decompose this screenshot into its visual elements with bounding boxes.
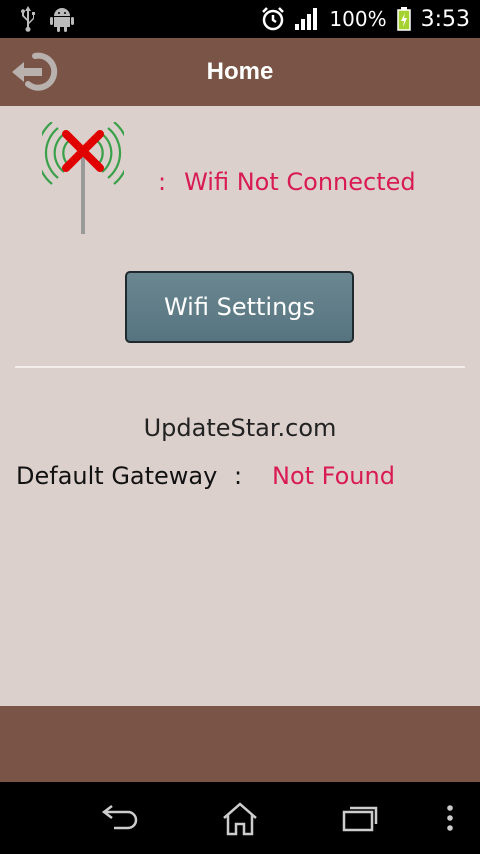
- navigation-bar: [0, 782, 480, 854]
- nav-recent-apps-button[interactable]: [338, 800, 382, 836]
- gateway-row: Default Gateway : Not Found: [16, 462, 466, 490]
- signal-icon: [295, 8, 318, 30]
- battery-charging-icon: [396, 7, 411, 31]
- nav-back-button[interactable]: [100, 800, 144, 836]
- clock: 3:53: [420, 6, 470, 32]
- alarm-icon: [262, 7, 285, 31]
- wifi-disconnected-icon: [42, 122, 124, 234]
- footer-bar: [0, 706, 480, 782]
- usb-icon: [21, 6, 35, 32]
- home-icon: [223, 802, 257, 836]
- back-icon: [101, 805, 138, 830]
- gateway-label: Default Gateway: [16, 462, 218, 490]
- main-content: : Wifi Not Connected Wifi Settings Update…: [0, 106, 480, 706]
- app-header: Home: [0, 38, 480, 106]
- nav-home-button[interactable]: [218, 800, 262, 836]
- wifi-status: : Wifi Not Connected: [158, 168, 416, 196]
- gateway-colon: :: [234, 462, 243, 490]
- nav-menu-button[interactable]: [430, 800, 470, 836]
- wifi-status-colon: :: [158, 168, 167, 196]
- status-bar: 100% 3:53: [0, 0, 480, 38]
- wifi-status-text: Wifi Not Connected: [184, 168, 416, 196]
- wifi-settings-button[interactable]: Wifi Settings: [125, 271, 354, 343]
- page-title: Home: [206, 58, 274, 85]
- recent-apps-icon: [342, 806, 378, 832]
- gateway-value: Not Found: [272, 462, 395, 490]
- divider: [15, 366, 465, 368]
- battery-percent: 100%: [329, 7, 387, 31]
- menu-icon: [447, 805, 453, 831]
- android-debug-icon: [50, 8, 74, 32]
- site-label: UpdateStar.com: [143, 414, 337, 442]
